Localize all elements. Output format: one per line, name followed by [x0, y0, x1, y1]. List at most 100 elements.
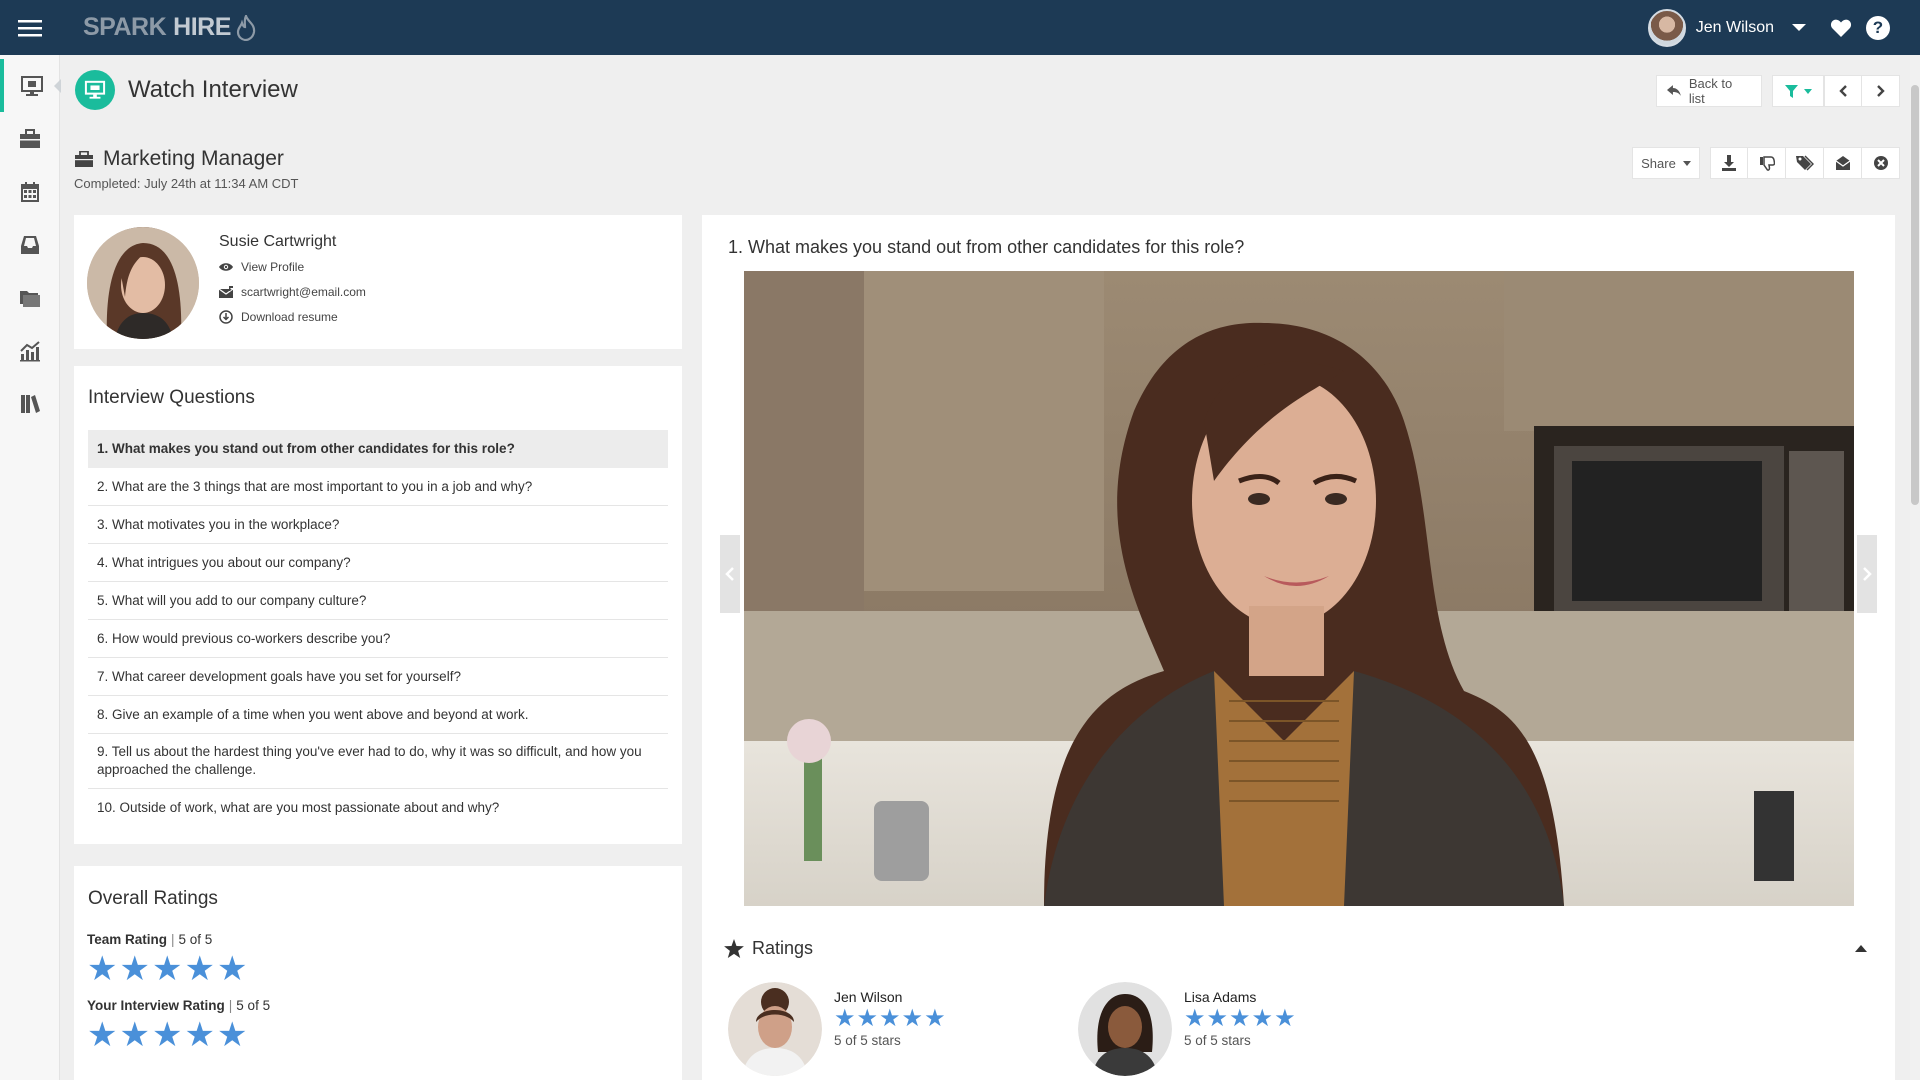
video-panel: 1. What makes you stand out from other c… [702, 215, 1895, 1080]
chevron-left-icon [725, 567, 734, 581]
question-item[interactable]: 7. What career development goals have yo… [88, 658, 668, 696]
tags-button[interactable] [1786, 147, 1824, 179]
question-item[interactable]: 2. What are the 3 things that are most i… [88, 468, 668, 506]
filter-icon [1784, 84, 1798, 98]
chevron-down-icon [1803, 88, 1812, 94]
question-item[interactable]: 6. How would previous co-workers describ… [88, 620, 668, 658]
email-button[interactable] [1824, 147, 1862, 179]
questions-title: Interview Questions [88, 387, 255, 408]
download-icon [1722, 155, 1736, 171]
monitor-icon [21, 75, 43, 96]
star-icon: ★ [216, 1016, 248, 1054]
video-next-button[interactable] [1857, 535, 1877, 613]
heart-icon[interactable] [1830, 18, 1852, 38]
briefcase-icon [20, 128, 40, 148]
scrollbar-thumb[interactable] [1911, 85, 1919, 505]
previous-candidate-button[interactable] [1824, 75, 1862, 107]
star-icon: ★ [119, 950, 150, 988]
star-icon: ★ [184, 950, 215, 988]
back-to-list-button[interactable]: Back to list [1656, 75, 1762, 107]
download-resume-link[interactable]: Download resume [219, 310, 338, 324]
sidebar-item-library[interactable] [0, 377, 60, 430]
star-icon: ★ [184, 1016, 215, 1054]
rater-lisa-adams: Lisa Adams ★ ★ ★ ★ ★ 5 of 5 stars [1078, 982, 1296, 1076]
question-item[interactable]: 1. What makes you stand out from other c… [88, 430, 668, 468]
help-icon[interactable]: ? [1866, 15, 1890, 40]
next-candidate-button[interactable] [1862, 75, 1900, 107]
sidebar-item-inbox[interactable] [0, 218, 60, 271]
team-rating-stars: ★ ★ ★ ★ ★ [87, 952, 247, 986]
view-profile-link[interactable]: View Profile [219, 260, 304, 274]
your-rating-stars[interactable]: ★ ★ ★ ★ ★ [87, 1018, 247, 1052]
video-prev-button[interactable] [720, 535, 740, 613]
rater-avatar [1078, 982, 1172, 1076]
thumbs-down-button[interactable] [1748, 147, 1786, 179]
question-item[interactable]: 3. What motivates you in the workplace? [88, 506, 668, 544]
questions-list: 1. What makes you stand out from other c… [88, 430, 668, 827]
job-title: Marketing Manager [103, 147, 284, 170]
download-circle-icon [219, 310, 233, 324]
star-icon: ★ [87, 950, 118, 988]
question-item[interactable]: 9. Tell us about the hardest thing you'v… [88, 734, 668, 789]
chevron-down-icon [1682, 160, 1691, 166]
candidate-profile-card: Susie Cartwright View Profile scartwrigh… [74, 215, 682, 349]
share-button[interactable]: Share [1632, 147, 1700, 179]
download-button[interactable] [1710, 147, 1748, 179]
star-icon: ★ [1206, 1005, 1229, 1032]
chevron-right-icon [1876, 85, 1885, 97]
star-icon: ★ [1274, 1005, 1296, 1032]
current-question-heading: 1. What makes you stand out from other c… [728, 237, 1245, 257]
sidebar-item-reports[interactable] [0, 324, 60, 377]
rater-name: Lisa Adams [1184, 989, 1257, 1005]
star-icon: ★ [216, 950, 248, 988]
page-scrollbar[interactable] [1910, 55, 1920, 1080]
action-toolbar: Share [1632, 147, 1900, 179]
star-icon: ★ [901, 1005, 924, 1032]
sidebar-item-jobs[interactable] [0, 112, 60, 165]
user-name[interactable]: Jen Wilson [1696, 19, 1774, 37]
folders-icon [20, 290, 40, 307]
sidebar-item-interviews[interactable] [0, 59, 61, 112]
overall-ratings-card: Overall Ratings Team Rating | 5 of 5 ★ ★ ★ ★ ★… [74, 866, 682, 1080]
question-item[interactable]: 10. Outside of work, what are you most p… [88, 789, 668, 827]
app-logo[interactable]: SPARK HIRE [83, 13, 257, 42]
filter-button[interactable] [1772, 75, 1824, 107]
eye-icon [219, 263, 233, 271]
star-icon: ★ [856, 1005, 879, 1032]
question-item[interactable]: 8. Give an example of a time when you we… [88, 696, 668, 734]
sidebar-item-folders[interactable] [0, 271, 60, 324]
library-icon [21, 394, 40, 413]
rater-stars: ★ ★ ★ ★ ★ [1184, 1007, 1296, 1031]
star-icon: ★ [1229, 1005, 1251, 1032]
completed-timestamp: Completed: July 24th at 11:34 AM CDT [74, 176, 299, 191]
reject-button[interactable] [1862, 147, 1900, 179]
rater-avatar [728, 982, 822, 1076]
star-icon: ★ [879, 1005, 901, 1032]
user-menu-caret-icon[interactable] [1792, 24, 1806, 31]
briefcase-icon [75, 151, 93, 167]
overall-ratings-title: Overall Ratings [88, 888, 218, 909]
rater-jen-wilson: Jen Wilson ★ ★ ★ ★ ★ 5 of 5 stars [728, 982, 946, 1076]
top-nav-bar: SPARK HIRE Jen Wilson ? [0, 0, 1920, 55]
menu-icon[interactable] [0, 0, 60, 55]
calendar-icon [21, 181, 39, 202]
collapse-ratings-icon[interactable] [1855, 945, 1867, 952]
user-avatar[interactable] [1647, 8, 1686, 47]
ratings-section-header[interactable]: Ratings [724, 938, 813, 959]
reply-arrow-icon [1667, 85, 1681, 96]
star-icon: ★ [834, 1005, 856, 1032]
star-icon: ★ [151, 950, 183, 988]
sidebar-item-calendar[interactable] [0, 165, 60, 218]
rater-score: 5 of 5 stars [834, 1033, 901, 1048]
question-item[interactable]: 5. What will you add to our company cult… [88, 582, 668, 620]
left-sidebar [0, 55, 61, 1080]
candidate-email-link[interactable]: scartwright@email.com [219, 285, 366, 299]
video-frame-image [744, 271, 1854, 906]
question-item[interactable]: 4. What intrigues you about our company? [88, 544, 668, 582]
interview-video-player[interactable] [744, 271, 1854, 906]
your-rating-label: Your Interview Rating | 5 of 5 [87, 998, 271, 1013]
flame-icon [236, 14, 256, 41]
chevron-right-icon [1863, 567, 1872, 581]
chart-icon [20, 340, 40, 361]
top-toolbar: Back to list [1656, 75, 1900, 107]
